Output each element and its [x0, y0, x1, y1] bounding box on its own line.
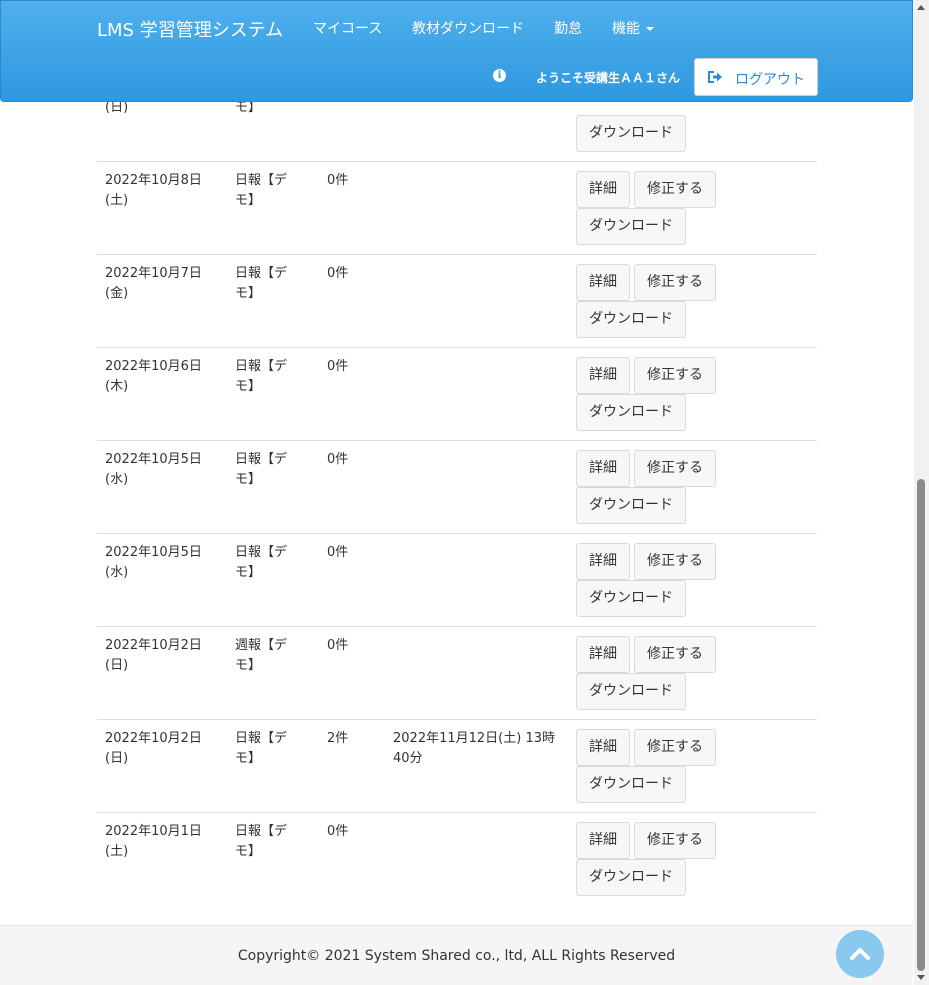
table-row: 2022年10月5日 (水) 日報【デ モ】 0件 詳細 修正する ダウンロード [97, 440, 817, 532]
download-button[interactable]: ダウンロード [576, 115, 686, 152]
download-button[interactable]: ダウンロード [576, 208, 686, 245]
report-date: 2022年10月2日 (日) [105, 638, 202, 673]
report-date: 2022年10月5日 (水) [105, 545, 202, 580]
detail-button[interactable]: 詳細 [576, 450, 630, 487]
download-button[interactable]: ダウンロード [576, 766, 686, 803]
back-to-top-button[interactable] [836, 930, 884, 978]
scrollbar-thumb[interactable] [917, 479, 925, 971]
report-date: 2022年10月2日 (日) [105, 731, 202, 766]
footer: Copyright© 2021 System Shared co., ltd, … [0, 925, 913, 985]
table-row: 2022年10月1日 (土) 日報【デ モ】 0件 詳細 修正する ダウンロード [97, 812, 817, 904]
comment-count: 0件 [327, 266, 349, 281]
nav-my-course[interactable]: マイコース [313, 18, 382, 38]
edit-button[interactable]: 修正する [634, 357, 716, 394]
last-updated: 2022年11月12日(土) 13時 40分 [393, 731, 555, 766]
table-row: 2022年10月8日 (土) 日報【デ モ】 0件 詳細 修正する ダウンロード [97, 161, 817, 253]
download-button[interactable]: ダウンロード [576, 394, 686, 431]
detail-button[interactable]: 詳細 [576, 729, 630, 766]
edit-button[interactable]: 修正する [634, 729, 716, 766]
edit-button[interactable]: 修正する [634, 450, 716, 487]
info-icon[interactable]: i [493, 69, 506, 82]
detail-button[interactable]: 詳細 [576, 822, 630, 859]
download-button[interactable]: ダウンロード [576, 487, 686, 524]
edit-button[interactable]: 修正する [634, 264, 716, 301]
comment-count: 0件 [327, 638, 349, 653]
chevron-up-icon [850, 948, 870, 960]
top-navbar: LMS 学習管理システム マイコース 教材ダウンロード 勤怠 機能 i ようこそ… [0, 0, 913, 102]
comment-count: 0件 [327, 545, 349, 560]
report-date: 2022年10月7日 (金) [105, 266, 202, 301]
report-date: 2022年10月1日 (土) [105, 824, 202, 859]
report-type: 日報【デ モ】 [235, 731, 288, 766]
report-date: 2022年10月8日 (土) [105, 173, 202, 208]
detail-button[interactable]: 詳細 [576, 171, 630, 208]
report-type: 日報【デ モ】 [235, 359, 288, 394]
sign-out-icon [708, 71, 722, 83]
table-row: 2022年10月5日 (水) 日報【デ モ】 0件 詳細 修正する ダウンロード [97, 533, 817, 625]
copyright-text: Copyright© 2021 System Shared co., ltd, … [237, 948, 676, 964]
nav-functions-label: 機能 [612, 21, 640, 37]
report-type: 日報【デ モ】 [235, 452, 288, 487]
report-date: 2022年10月6日 (木) [105, 359, 202, 394]
table-row: 2022年10月7日 (金) 日報【デ モ】 0件 詳細 修正する ダウンロード [97, 254, 817, 346]
caret-down-icon [646, 27, 654, 31]
detail-button[interactable]: 詳細 [576, 636, 630, 673]
logout-label: ログアウト [735, 72, 805, 88]
logout-button[interactable]: ログアウト [694, 58, 818, 96]
brand-title[interactable]: LMS 学習管理システム [97, 16, 283, 42]
edit-button[interactable]: 修正する [634, 822, 716, 859]
download-button[interactable]: ダウンロード [576, 580, 686, 617]
report-type: 日報【デ モ】 [235, 545, 288, 580]
edit-button[interactable]: 修正する [634, 171, 716, 208]
comment-count: 0件 [327, 452, 349, 467]
report-type: 日報【デ モ】 [235, 266, 288, 301]
report-type: 日報【デ モ】 [235, 824, 288, 859]
table-row: 2022年10月6日 (木) 日報【デ モ】 0件 詳細 修正する ダウンロード [97, 347, 817, 439]
edit-button[interactable]: 修正する [634, 636, 716, 673]
detail-button[interactable]: 詳細 [576, 543, 630, 580]
download-button[interactable]: ダウンロード [576, 301, 686, 338]
detail-button[interactable]: 詳細 [576, 264, 630, 301]
nav-material-download[interactable]: 教材ダウンロード [412, 18, 524, 38]
detail-button[interactable]: 詳細 [576, 357, 630, 394]
comment-count: 0件 [327, 173, 349, 188]
report-type: 週報【デ モ】 [235, 638, 288, 673]
report-date: 2022年10月5日 (水) [105, 452, 202, 487]
report-type: 日報【デ モ】 [235, 173, 288, 208]
comment-count: 2件 [327, 731, 349, 746]
table-row: 2022年10月2日 (日) 日報【デ モ】 2件 2022年11月12日(土) 1… [97, 719, 817, 811]
download-button[interactable]: ダウンロード [576, 673, 686, 710]
download-button[interactable]: ダウンロード [576, 859, 686, 896]
comment-count: 0件 [327, 824, 349, 839]
scroll-down-arrow-icon[interactable] [917, 975, 925, 980]
nav-functions-dropdown[interactable]: 機能 [612, 18, 654, 38]
edit-button[interactable]: 修正する [634, 543, 716, 580]
comment-count: 0件 [327, 359, 349, 374]
page-scrollbar[interactable] [914, 0, 929, 985]
nav-attendance[interactable]: 勤怠 [554, 18, 582, 38]
scroll-up-arrow-icon[interactable] [917, 5, 925, 10]
welcome-message: ようこそ受講生ＡＡ１さん [536, 71, 681, 85]
table-row: 2022年10月2日 (日) 週報【デ モ】 0件 詳細 修正する ダウンロード [97, 626, 817, 718]
